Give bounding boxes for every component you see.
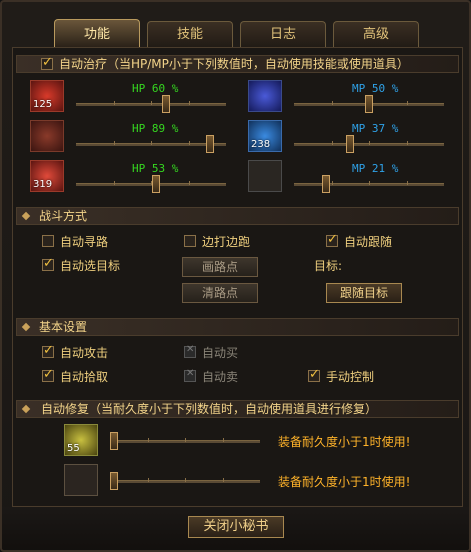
auto-heal-title: 自动治疗（当HP/MP小于下列数值时，自动使用技能或使用道具） — [59, 57, 409, 71]
mp-potion-slot-2[interactable]: 238 — [248, 120, 282, 152]
repair-note-2: 装备耐久度小于1时使用! — [278, 475, 411, 489]
basic-settings-title: 基本设置 — [39, 320, 88, 334]
slider-tick — [113, 101, 115, 105]
hp-percent-label-2: HP 89 % — [132, 122, 179, 135]
hp-slider-thumb-1[interactable] — [162, 95, 170, 113]
item-count: 238 — [251, 139, 271, 150]
tab-log[interactable]: 日志 — [240, 21, 326, 47]
slider-tick — [151, 141, 152, 145]
manual-control-checkbox[interactable] — [308, 367, 320, 382]
auto-sell-checkbox — [184, 368, 196, 382]
auto-sell-label: 自动卖 — [202, 370, 239, 384]
tab-skills[interactable]: 技能 — [147, 21, 233, 47]
auto-target-checkbox[interactable] — [42, 256, 54, 271]
target-label: 目标: — [314, 259, 343, 273]
repair-slider-2[interactable] — [110, 472, 260, 490]
tab-bar: 功能 技能 日志 高级 — [54, 19, 454, 47]
item-count: 125 — [33, 99, 53, 110]
hp-skill-slot-2[interactable] — [30, 120, 64, 152]
hp-percent-label-3: HP 53 % — [132, 162, 179, 175]
slider-tick — [406, 101, 408, 105]
auto-follow-checkbox[interactable] — [326, 232, 338, 247]
auto-target-label: 自动选目标 — [60, 259, 121, 273]
repair-item-slot-2[interactable] — [64, 464, 98, 496]
auto-repair-header: 自动修复（当耐久度小于下列数值时，自动使用道具进行修复） — [16, 400, 459, 418]
mp-slider-2[interactable] — [294, 135, 444, 153]
mp-slider-1[interactable] — [294, 95, 444, 113]
slider-tick — [188, 101, 190, 105]
hp-slider-3[interactable] — [76, 175, 226, 193]
item-count: 55 — [67, 443, 80, 454]
hp-slider-thumb-2[interactable] — [205, 135, 214, 153]
assistant-panel: 功能 技能 日志 高级 自动治疗（当HP/MP小于下列数值时，自动使用技能或使用… — [0, 0, 471, 552]
mp-slider-thumb-3[interactable] — [321, 175, 330, 193]
clear-path-button[interactable]: 清路点 — [182, 283, 258, 303]
repair-note-1: 装备耐久度小于1时使用! — [278, 435, 411, 449]
slider-tick — [185, 438, 186, 442]
slider-tick — [188, 141, 190, 145]
repair-item-slot-1[interactable]: 55 — [64, 424, 98, 456]
mp-percent-label-2: MP 37 % — [352, 122, 399, 135]
hp-potion-slot-3[interactable]: 319 — [30, 160, 64, 192]
hp-slider-2[interactable] — [76, 135, 226, 153]
slider-tick — [369, 141, 370, 145]
tab-advanced[interactable]: 高级 — [333, 21, 419, 47]
auto-follow-label: 自动跟随 — [344, 235, 393, 249]
auto-pickup-label: 自动拾取 — [60, 370, 109, 384]
item-count: 319 — [33, 179, 53, 190]
mp-percent-label-3: MP 21 % — [352, 162, 399, 175]
auto-heal-checkbox[interactable] — [41, 55, 53, 70]
mp-potion-slot-1[interactable] — [248, 80, 282, 112]
slider-tick — [406, 181, 408, 185]
hit-and-run-label: 边打边跑 — [202, 235, 251, 249]
auto-buy-checkbox — [184, 344, 196, 358]
slider-tick — [151, 101, 152, 105]
slider-tick — [222, 478, 224, 482]
mp-slider-thumb-1[interactable] — [365, 95, 373, 113]
auto-pickup-checkbox[interactable] — [42, 367, 54, 382]
repair-slider-thumb-1[interactable] — [110, 432, 118, 450]
slider-tick — [331, 141, 333, 145]
tab-function[interactable]: 功能 — [54, 19, 140, 47]
diamond-icon — [21, 404, 31, 414]
slider-tick — [222, 438, 224, 442]
slider-tick — [406, 141, 408, 145]
follow-target-button[interactable]: 跟随目标 — [326, 283, 402, 303]
slider-tick — [188, 181, 190, 185]
mp-slider-3[interactable] — [294, 175, 444, 193]
slider-tick — [147, 438, 149, 442]
hp-slider-thumb-3[interactable] — [151, 175, 160, 193]
hp-slider-1[interactable] — [76, 95, 226, 113]
auto-heal-header: 自动治疗（当HP/MP小于下列数值时，自动使用技能或使用道具） — [16, 55, 459, 73]
draw-path-button[interactable]: 画路点 — [182, 257, 258, 277]
auto-buy-label: 自动买 — [202, 346, 239, 360]
repair-slider-1[interactable] — [110, 432, 260, 450]
basic-settings-header: 基本设置 — [16, 318, 459, 336]
repair-slider-thumb-2[interactable] — [110, 472, 118, 490]
slider-tick — [113, 141, 115, 145]
slider-tick — [331, 101, 333, 105]
manual-control-label: 手动控制 — [326, 370, 375, 384]
slider-tick — [185, 478, 186, 482]
auto-attack-label: 自动攻击 — [60, 346, 109, 360]
combat-header: 战斗方式 — [16, 207, 459, 225]
close-assistant-button[interactable]: 关闭小秘书 — [188, 516, 284, 538]
auto-path-label: 自动寻路 — [60, 235, 109, 249]
mp-percent-label-1: MP 50 % — [352, 82, 399, 95]
diamond-icon — [21, 322, 31, 332]
auto-path-checkbox[interactable] — [42, 235, 54, 247]
mp-empty-slot-3[interactable] — [248, 160, 282, 192]
slider-tick — [369, 181, 370, 185]
combat-title: 战斗方式 — [39, 209, 88, 223]
diamond-icon — [21, 211, 31, 221]
slider-tick — [147, 478, 149, 482]
auto-attack-checkbox[interactable] — [42, 343, 54, 358]
hit-and-run-checkbox[interactable] — [184, 235, 196, 247]
hp-percent-label-1: HP 60 % — [132, 82, 179, 95]
slider-tick — [113, 181, 115, 185]
auto-repair-title: 自动修复（当耐久度小于下列数值时，自动使用道具进行修复） — [41, 402, 378, 416]
slider-tick — [331, 181, 333, 185]
hp-potion-slot-1[interactable]: 125 — [30, 80, 64, 112]
mp-slider-thumb-2[interactable] — [345, 135, 354, 153]
